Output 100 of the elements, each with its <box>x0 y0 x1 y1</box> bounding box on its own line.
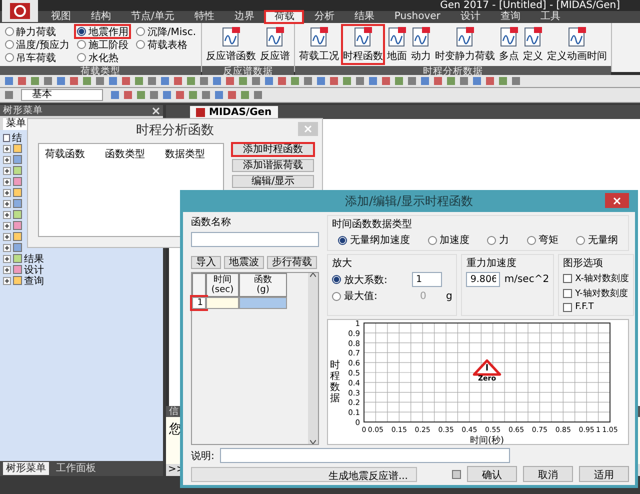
view-select[interactable]: 基本 <box>21 89 103 101</box>
expand-icon[interactable] <box>3 232 11 240</box>
ribbon-tab[interactable]: 查询 <box>491 11 530 23</box>
tree-item[interactable]: 结果 <box>24 252 44 266</box>
load-type-radio[interactable]: 水化热 <box>75 51 130 64</box>
ribbon-tab[interactable]: 工具 <box>531 11 570 23</box>
chart-document-icon <box>567 26 588 48</box>
graph-option-checkbox[interactable]: Y-轴对数刻度 <box>563 287 630 300</box>
data-type-radio[interactable]: 无量纲加速度 <box>338 233 410 247</box>
dialog-button[interactable]: 步行荷载 <box>267 256 317 269</box>
folder-icon <box>3 134 10 142</box>
dialog-button[interactable]: 取消 <box>523 466 573 482</box>
ribbon-button[interactable]: 反应谱函数 <box>205 25 258 64</box>
ribbon-tab[interactable]: 结构 <box>82 11 120 23</box>
load-type-radio[interactable]: 沉降/Misc. <box>134 25 198 38</box>
ribbon-button[interactable]: 反应谱 <box>259 25 292 64</box>
tree-item[interactable]: 设计 <box>24 262 44 276</box>
table-cell[interactable] <box>206 297 239 309</box>
expand-icon[interactable] <box>3 188 11 196</box>
expand-icon[interactable] <box>3 210 11 218</box>
expand-icon[interactable] <box>3 200 11 208</box>
grid-icon[interactable] <box>452 470 461 478</box>
ribbon-button[interactable]: 时变静力荷载 <box>434 25 496 64</box>
dialog-button[interactable]: 确认 <box>467 466 517 482</box>
ribbon-button[interactable]: 荷载工况 <box>298 25 340 64</box>
document-tab[interactable]: MIDAS/Gen <box>190 106 278 119</box>
ribbon-tab[interactable]: 分析 <box>305 11 344 23</box>
generate-spectrum-button[interactable]: 生成地震反应谱... <box>191 466 417 482</box>
expand-icon[interactable] <box>3 166 11 174</box>
load-type-radio[interactable]: 温度/预应力 <box>3 38 72 51</box>
ribbon-tab[interactable]: 特性 <box>185 11 224 23</box>
dialog-button[interactable]: 编辑/显示 <box>232 175 314 188</box>
load-type-radio[interactable]: 静力荷载 <box>3 25 72 38</box>
expand-icon[interactable] <box>3 266 11 274</box>
tree-item[interactable]: 查询 <box>24 274 44 288</box>
expand-icon[interactable] <box>3 156 11 164</box>
field-label: 说明: <box>191 450 214 462</box>
expand-icon[interactable] <box>3 254 11 262</box>
load-type-radio[interactable]: 地震作用 <box>75 25 130 38</box>
tree-node-icon <box>13 221 22 230</box>
scale-radio[interactable]: 放大系数: <box>332 272 408 286</box>
row-number: 1 <box>192 297 206 309</box>
ribbon-tab[interactable]: 视图 <box>42 11 80 23</box>
column-header: 荷载函数 <box>45 148 85 161</box>
data-type-radio[interactable]: 无量纲 <box>576 233 618 247</box>
dialog-button[interactable]: 地震波 <box>224 256 264 269</box>
scrollbar[interactable] <box>308 273 318 444</box>
ribbon-button[interactable]: 时程函数 <box>342 25 384 64</box>
ribbon-tab[interactable]: 节点/单元 <box>122 11 184 23</box>
chart-document-icon <box>387 26 408 48</box>
column-header: 函数类型 <box>105 148 145 161</box>
expand-icon[interactable] <box>3 222 11 230</box>
expand-icon[interactable] <box>3 178 11 186</box>
y-axis-label: 时程数据 <box>330 360 340 404</box>
table-cell[interactable] <box>239 297 287 309</box>
dialog-button[interactable]: 导入 <box>191 256 221 269</box>
load-type-radio[interactable]: 吊车荷载 <box>3 51 72 64</box>
name-field[interactable] <box>191 232 319 247</box>
scale-radio[interactable]: 最大值: <box>332 289 408 303</box>
close-icon <box>304 125 312 133</box>
tree-node-icon <box>13 177 22 186</box>
data-type-radio[interactable]: 力 <box>487 233 509 247</box>
panel-tab[interactable]: 菜单 <box>3 118 29 130</box>
load-type-radio[interactable]: 施工阶段 <box>75 38 130 51</box>
ribbon-tab[interactable]: 结果 <box>345 11 384 23</box>
group-title: 时间函数数据类型 <box>332 218 413 231</box>
panel-tab[interactable]: 工作面板 <box>53 462 99 475</box>
tree-node-icon <box>13 276 22 285</box>
tree-item[interactable]: 结 <box>12 130 22 144</box>
app-logo-icon <box>196 108 205 117</box>
dialog-button[interactable]: 添加时程函数 <box>232 143 314 156</box>
x-axis-label: 时间(秒) <box>470 436 504 446</box>
scale-field[interactable]: 1 <box>412 272 442 287</box>
warning-icon <box>472 359 502 376</box>
expand-icon[interactable] <box>3 144 11 152</box>
graph-option-checkbox[interactable]: X-轴对数刻度 <box>563 272 630 285</box>
tree-node-icon <box>13 166 22 175</box>
data-type-radio[interactable]: 加速度 <box>428 233 470 247</box>
ribbon-tab[interactable]: 边界 <box>225 11 264 23</box>
panel-title: 树形菜单 <box>3 104 43 117</box>
ribbon-button[interactable]: 定义 <box>522 25 544 64</box>
ribbon-button[interactable]: 定义动画时间 <box>546 25 608 64</box>
expand-icon[interactable] <box>3 276 11 284</box>
graph-option-checkbox[interactable]: F.F.T <box>563 302 630 312</box>
description-field[interactable] <box>220 448 510 463</box>
data-type-radio[interactable]: 弯矩 <box>526 233 558 247</box>
ribbon-tab[interactable]: Pushover <box>385 11 450 23</box>
dialog-button[interactable]: 添加谐振荷载 <box>232 159 314 172</box>
dialog-button[interactable]: 适用 <box>579 466 629 482</box>
tree-node-icon <box>13 232 22 241</box>
ribbon-tab[interactable]: 设计 <box>451 11 490 23</box>
app-logo-icon[interactable] <box>2 0 38 22</box>
close-button[interactable] <box>605 193 629 208</box>
ribbon-button[interactable]: 地面 <box>386 25 408 64</box>
ribbon-button[interactable]: 多点 <box>498 25 520 64</box>
load-type-radio[interactable]: 荷载表格 <box>134 38 198 51</box>
expand-icon[interactable] <box>3 244 11 252</box>
ribbon-button[interactable]: 动力 <box>410 25 432 64</box>
tree-node-icon <box>13 265 22 274</box>
panel-tab[interactable]: 树形菜单 <box>3 462 49 475</box>
